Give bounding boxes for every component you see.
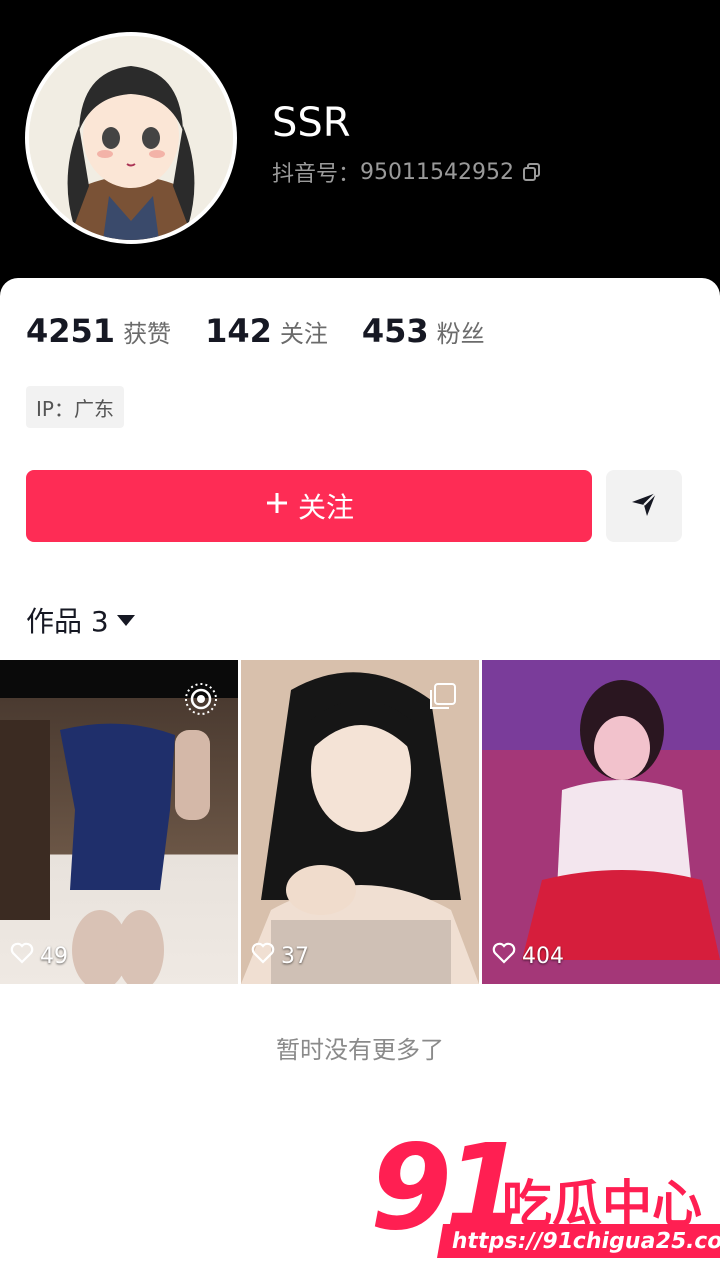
heart-icon	[10, 942, 34, 970]
stat-following-value: 142	[205, 312, 272, 350]
heart-icon	[492, 942, 516, 970]
douyin-id-label: 抖音号：	[272, 162, 361, 187]
stat-likes[interactable]: 4251 获赞	[26, 312, 171, 350]
video-likes-count: 404	[522, 943, 564, 969]
video-thumbnail-1[interactable]: 49	[0, 660, 238, 984]
copy-icon[interactable]	[522, 162, 542, 182]
plus-icon	[264, 490, 290, 523]
live-photo-icon	[184, 682, 218, 720]
stats-row: 4251 获赞 142 关注 453 粉丝	[26, 312, 485, 350]
stat-following-label: 关注	[279, 320, 328, 348]
stat-likes-value: 4251	[26, 312, 116, 350]
video-thumbnail-3[interactable]: 404	[482, 660, 720, 984]
works-tab[interactable]: 作品 3	[26, 600, 135, 640]
follow-button-label: 关注	[297, 491, 354, 524]
watermark-url: https://91chigua25.com	[437, 1224, 720, 1258]
stat-followers[interactable]: 453 粉丝	[362, 312, 485, 350]
follow-button[interactable]: 关注	[26, 470, 592, 542]
video-likes-count: 37	[281, 943, 309, 969]
send-icon	[629, 489, 659, 523]
no-more-content-text: 暂时没有更多了	[276, 1036, 444, 1064]
video-thumbnail-2[interactable]: 37	[241, 660, 479, 984]
share-button[interactable]	[606, 470, 682, 542]
video-likes: 37	[251, 942, 309, 970]
video-likes: 404	[492, 942, 564, 970]
multi-image-icon	[427, 682, 457, 716]
stat-following[interactable]: 142 关注	[205, 312, 328, 350]
avatar[interactable]	[25, 32, 237, 244]
video-likes: 49	[10, 942, 68, 970]
ip-location-badge: IP：广东	[26, 386, 124, 428]
watermark-logo: 91 吃瓜中心 https://91chigua25.com	[370, 1128, 720, 1268]
video-grid: 49 37 404	[0, 660, 720, 984]
caret-down-icon	[116, 614, 135, 626]
profile-header: SSR 抖音号： 95011542952	[0, 0, 720, 300]
stat-followers-value: 453	[361, 312, 429, 350]
works-tab-label: 作品 3	[26, 605, 109, 638]
video-likes-count: 49	[40, 943, 68, 969]
stat-followers-label: 粉丝	[436, 320, 485, 348]
heart-icon	[251, 942, 275, 970]
douyin-id: 95011542952	[360, 159, 514, 185]
username: SSR	[272, 100, 351, 146]
douyin-id-row: 抖音号： 95011542952	[272, 156, 542, 188]
stat-likes-label: 获赞	[123, 320, 172, 348]
